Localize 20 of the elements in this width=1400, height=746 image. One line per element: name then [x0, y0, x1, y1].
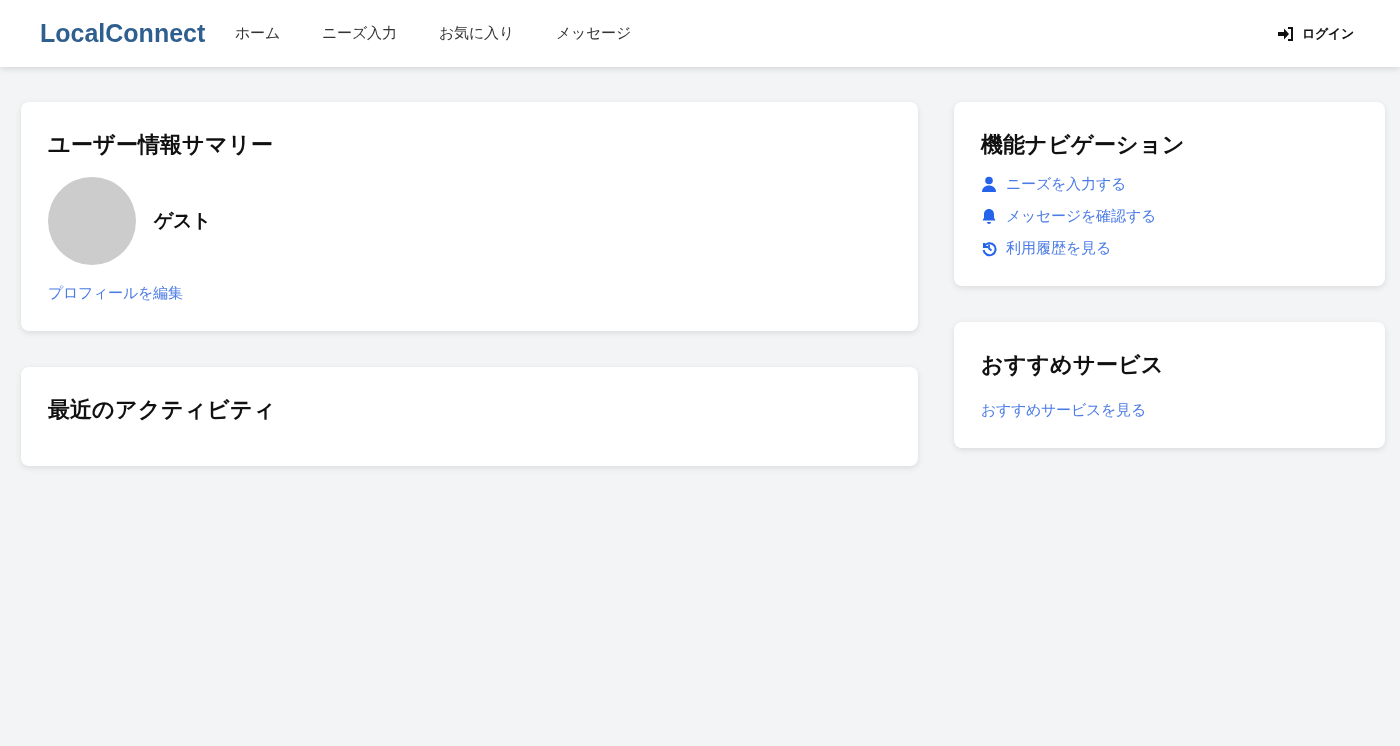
- feature-link[interactable]: メッセージを確認する: [1006, 207, 1156, 226]
- card-title: 機能ナビゲーション: [981, 131, 1186, 159]
- user-name: ゲスト: [154, 208, 211, 233]
- card-title: おすすめサービス: [981, 351, 1165, 379]
- recommended-link[interactable]: おすすめサービスを見る: [981, 401, 1358, 420]
- card-title: ユーザー情報サマリー: [48, 131, 274, 159]
- sign-in-icon: [1278, 26, 1294, 41]
- card-title: 最近のアクティビティ: [48, 396, 277, 424]
- nav-link[interactable]: ホーム: [235, 24, 281, 43]
- history-icon: [981, 240, 997, 257]
- edit-profile-link[interactable]: プロフィールを編集: [48, 284, 183, 302]
- nav-link[interactable]: メッセージ: [556, 24, 632, 43]
- nav-link[interactable]: お気に入り: [439, 24, 515, 43]
- feature-link[interactable]: 利用履歴を見る: [1006, 239, 1111, 258]
- login-link[interactable]: ログイン: [1278, 24, 1354, 43]
- bell-icon: [981, 208, 997, 225]
- feature-link[interactable]: ニーズを入力する: [1006, 175, 1126, 194]
- user-icon: [981, 176, 997, 193]
- nav-link[interactable]: ニーズ入力: [322, 24, 398, 43]
- site-logo[interactable]: LocalConnect: [40, 19, 206, 48]
